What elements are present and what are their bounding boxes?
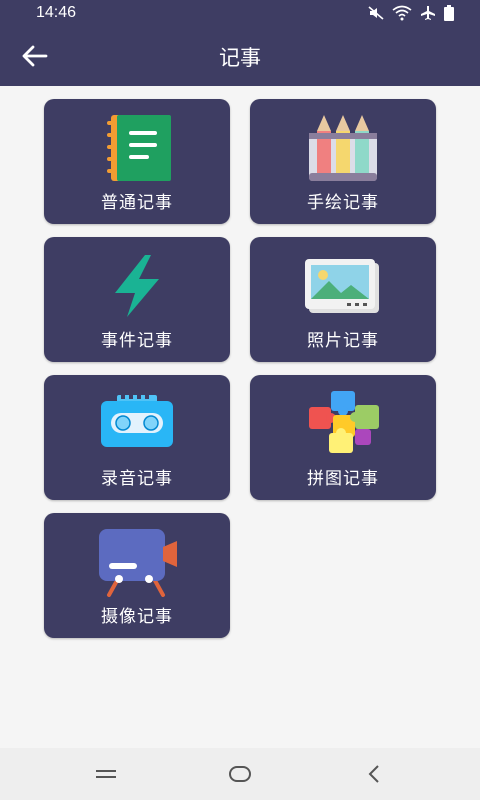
system-back-button[interactable] xyxy=(362,762,386,786)
status-bar: 14:46 xyxy=(0,0,480,26)
video-camera-icon xyxy=(99,529,177,597)
wifi-icon xyxy=(392,5,412,21)
card-label: 普通记事 xyxy=(101,193,173,213)
menu-icon xyxy=(96,770,116,778)
status-icons xyxy=(368,5,454,21)
card-photo-note[interactable]: 照片记事 xyxy=(250,237,436,362)
mute-icon xyxy=(368,6,384,20)
card-event-note[interactable]: 事件记事 xyxy=(44,237,230,362)
recent-apps-button[interactable] xyxy=(94,762,118,786)
photo-icon xyxy=(305,259,379,313)
notebook-icon xyxy=(107,115,171,181)
card-label: 事件记事 xyxy=(101,331,173,351)
pencils-icon xyxy=(309,115,377,181)
card-video-note[interactable]: 摄像记事 xyxy=(44,513,230,638)
app-bar: 记事 xyxy=(0,26,480,86)
card-drawing-note[interactable]: 手绘记事 xyxy=(250,99,436,224)
home-icon xyxy=(229,766,251,782)
card-label: 摄像记事 xyxy=(101,607,173,627)
system-nav-bar xyxy=(0,748,480,800)
card-puzzle-note[interactable]: 拼图记事 xyxy=(250,375,436,500)
card-label: 录音记事 xyxy=(101,469,173,489)
back-icon xyxy=(368,765,379,783)
airplane-icon xyxy=(421,6,435,20)
card-normal-note[interactable]: 普通记事 xyxy=(44,99,230,224)
page-title: 记事 xyxy=(219,46,261,70)
card-audio-note[interactable]: 录音记事 xyxy=(44,375,230,500)
home-button[interactable] xyxy=(228,762,252,786)
battery-icon xyxy=(444,5,454,21)
cassette-icon xyxy=(101,395,173,447)
card-label: 拼图记事 xyxy=(307,469,379,489)
puzzle-icon xyxy=(309,391,379,453)
card-label: 手绘记事 xyxy=(307,193,379,213)
lightning-icon xyxy=(115,255,159,317)
card-label: 照片记事 xyxy=(307,331,379,351)
status-time: 14:46 xyxy=(36,4,77,21)
